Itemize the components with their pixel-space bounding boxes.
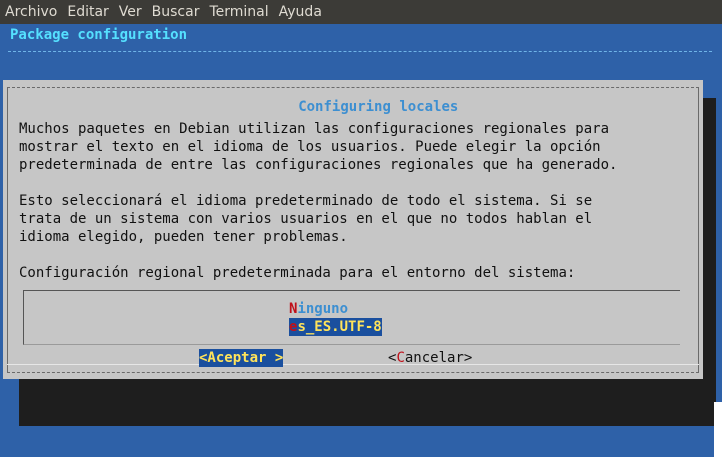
list-item-es-es-utf8[interactable]: es_ES.UTF-8 [289, 318, 382, 336]
menu-ayuda[interactable]: Ayuda [274, 4, 327, 20]
cancel-button[interactable]: <Cancelar> [388, 349, 472, 367]
terminal-area[interactable]: Package configuration Configuring locale… [0, 24, 722, 457]
locale-list[interactable]: Ninguno es_ES.UTF-8 [23, 290, 680, 345]
locale-dialog: Configuring locales Muchos paquetes en D… [3, 80, 703, 379]
menu-bar: Archivo Editar Ver Buscar Terminal Ayuda [0, 0, 722, 24]
backtitle: Package configuration [10, 27, 188, 43]
option-label: inguno [297, 301, 349, 317]
option-label: s_ES.UTF-8 [297, 319, 382, 335]
window-edge [714, 402, 722, 457]
dialog-title-text: Configuring locales [296, 99, 461, 115]
menu-terminal[interactable]: Terminal [204, 4, 273, 20]
backtitle-rule [8, 51, 712, 52]
description-line: mostrar el texto en el idioma de los usu… [19, 139, 601, 155]
menu-ver[interactable]: Ver [114, 4, 147, 20]
cancel-label: ancelar> [404, 350, 473, 366]
description-line: idioma elegido, pueden tener problemas. [19, 229, 348, 245]
description-line: predeterminada de entre las configuracio… [19, 157, 618, 173]
hotkey-letter: C [396, 350, 405, 366]
menu-editar[interactable]: Editar [62, 4, 113, 20]
menu-buscar[interactable]: Buscar [147, 4, 205, 20]
accept-button[interactable]: <Aceptar > [199, 349, 284, 367]
description-line: Esto seleccionará el idioma predetermina… [19, 193, 593, 209]
list-item-ninguno[interactable]: Ninguno [289, 300, 348, 318]
locale-prompt: Configuración regional predeterminada pa… [19, 265, 576, 281]
menu-archivo[interactable]: Archivo [0, 4, 62, 20]
description-line: trata de un sistema con varios usuarios … [19, 211, 593, 227]
description-line: Muchos paquetes en Debian utilizan las c… [19, 121, 610, 137]
button-divider [7, 364, 699, 365]
